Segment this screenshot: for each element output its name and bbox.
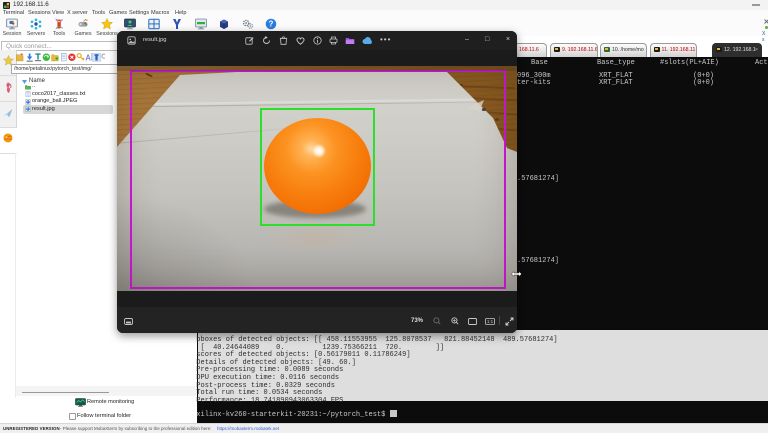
svg-text:?: ? — [269, 19, 274, 28]
svg-text:A: A — [85, 53, 91, 61]
svg-text:1:1: 1:1 — [487, 319, 494, 324]
